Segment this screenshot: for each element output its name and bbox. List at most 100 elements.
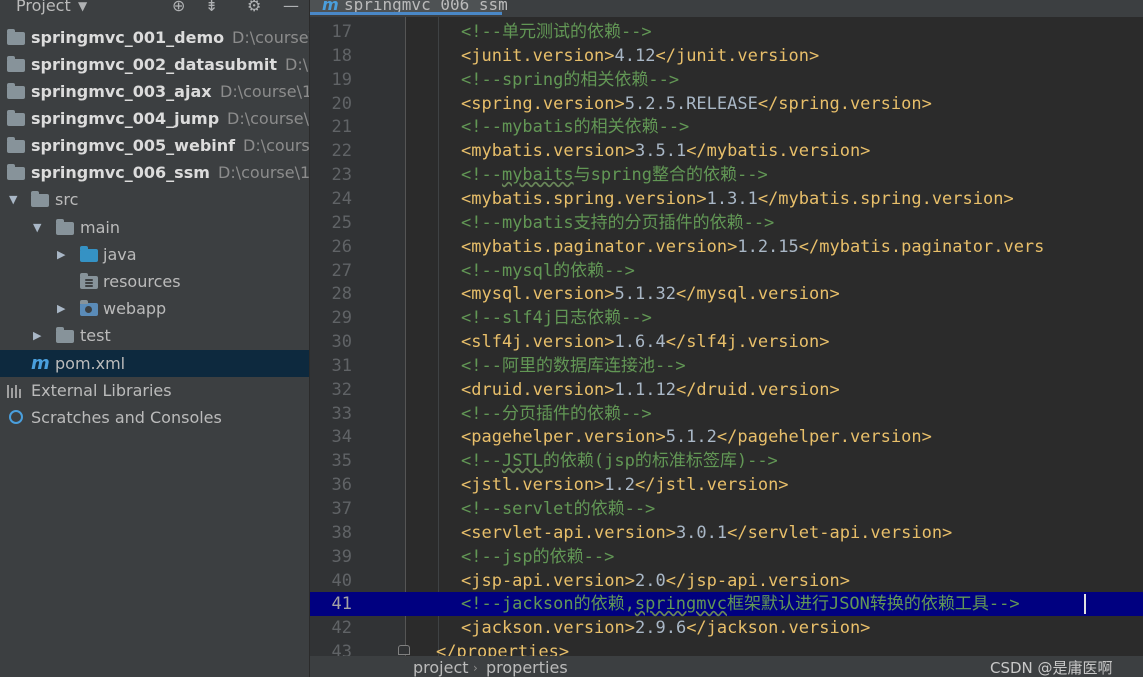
line-number: 19 <box>331 69 352 90</box>
code-line[interactable]: 24 <mybatis.spring.version>1.3.1</mybatis… <box>310 187 1143 211</box>
project-item[interactable]: springmvc_006_ssm D:\course\18.Sp <box>0 159 309 186</box>
code-line[interactable]: 19 <!--spring的相关依赖--> <box>310 68 1143 92</box>
xml-comment: <!--mybatis的相关依赖--> <box>461 117 690 138</box>
tree-item-src[interactable]: ▼ src <box>0 186 309 213</box>
code-text: <!--servlet的依赖--> <box>461 497 655 521</box>
code-line[interactable]: 32 <druid.version>1.1.12</druid.version> <box>310 378 1143 402</box>
tree-item-java[interactable]: ▶ java <box>0 241 309 268</box>
code-line[interactable]: 22 <mybatis.version>3.5.1</mybatis.versio… <box>310 139 1143 163</box>
code-text: <!--mybaits与spring整合的依赖--> <box>461 163 768 187</box>
xml-comment: <!--分页插件的依赖--> <box>461 403 652 424</box>
code-text: <!--mybatis支持的分页插件的依赖--> <box>461 211 774 235</box>
tree-item-label: webapp <box>103 299 167 318</box>
code-line[interactable]: 34 <pagehelper.version>5.1.2</pagehelper.… <box>310 425 1143 449</box>
tree-item-test[interactable]: ▶ test <box>0 322 309 349</box>
tree-item-external-libraries[interactable]: External Libraries <box>0 377 309 404</box>
code-line[interactable]: 41 <!--jackson的依赖,springmvc框架默认进行JSON转换的依… <box>310 592 1143 617</box>
code-line[interactable]: 25 <!--mybatis支持的分页插件的依赖--> <box>310 211 1143 235</box>
gear-icon[interactable]: ⚙ <box>247 0 261 15</box>
tree-item-label: main <box>80 218 120 237</box>
chevron-down-icon[interactable]: ▼ <box>78 0 87 13</box>
code-line[interactable]: 26 <mybatis.paginator.version>1.2.15</myb… <box>310 235 1143 259</box>
project-path: D:\course\18.Sp <box>218 163 309 182</box>
code-text: <!--mybatis的相关依赖--> <box>461 115 689 139</box>
project-item[interactable]: springmvc_005_webinf D:\course\18. <box>0 132 309 159</box>
line-number: 33 <box>331 403 352 424</box>
web-badge-icon <box>85 306 92 313</box>
code-text: <!--spring的相关依赖--> <box>461 68 679 92</box>
project-path: D:\course\18.S <box>227 109 309 128</box>
line-number: 27 <box>331 260 352 281</box>
code-line[interactable]: 42 <jackson.version>2.9.6</jackson.versio… <box>310 616 1143 640</box>
xml-tag: <servlet-api.version> <box>461 522 676 543</box>
line-number: 17 <box>331 22 352 42</box>
line-number: 36 <box>331 475 352 496</box>
tree-item-main[interactable]: ▼ main <box>0 214 309 241</box>
line-number: 21 <box>331 117 352 138</box>
code-line[interactable]: 23 <!--mybaits与spring整合的依赖--> <box>310 163 1143 187</box>
project-item[interactable]: springmvc_004_jump D:\course\18.S <box>0 105 309 132</box>
code-text: <druid.version>1.1.12</druid.version> <box>461 378 840 402</box>
module-folder-icon <box>7 56 25 72</box>
code-line[interactable]: 21 <!--mybatis的相关依赖--> <box>310 115 1143 139</box>
locate-icon[interactable]: ⊕ <box>172 0 185 15</box>
code-line[interactable]: 31 <!--阿里的数据库连接池--> <box>310 354 1143 378</box>
tree-item-scratches[interactable]: Scratches and Consoles <box>0 404 309 431</box>
code-text: <mysql.version>5.1.32</mysql.version> <box>461 282 840 306</box>
code-line[interactable]: 37 <!--servlet的依赖--> <box>310 497 1143 521</box>
code-line[interactable]: 20 <spring.version>5.2.5.RELEASE</spring.… <box>310 92 1143 116</box>
expand-arrow-icon[interactable]: ▼ <box>33 214 41 241</box>
code-line[interactable]: 36 <jstl.version>1.2</jstl.version> <box>310 473 1143 497</box>
line-number: 24 <box>331 188 352 209</box>
project-panel: Project ▼ ⊕ ⇟ ⚙ — springmvc_001_demo D:\c… <box>0 0 309 677</box>
module-folder-icon <box>7 110 25 126</box>
xml-tag: </junit.version> <box>655 45 820 66</box>
tree-item-label: test <box>80 326 111 345</box>
code-line[interactable]: 40 <jsp-api.version>2.0</jsp-api.version> <box>310 569 1143 593</box>
collapse-icon[interactable]: ⇟ <box>205 0 218 15</box>
collapse-arrow-icon[interactable]: ▶ <box>57 241 65 268</box>
project-item[interactable]: springmvc_002_datasubmit D:\cours <box>0 51 309 78</box>
fold-marker-icon[interactable] <box>398 645 410 655</box>
project-name: springmvc_002_datasubmit <box>31 55 278 74</box>
collapse-arrow-icon[interactable]: ▶ <box>33 322 41 349</box>
tree-item-label: java <box>103 245 137 264</box>
project-item[interactable]: springmvc_001_demo D:\course\18.S <box>0 24 309 51</box>
xml-tag: <junit.version> <box>461 45 615 66</box>
xml-comment: <!-- <box>461 451 502 472</box>
module-folder-icon <box>7 29 25 45</box>
code-line[interactable]: 17 <!--单元测试的依赖--> <box>310 20 1143 44</box>
tree-item-resources[interactable]: resources <box>0 268 309 295</box>
code-line[interactable]: 29 <!--slf4j日志依赖--> <box>310 306 1143 330</box>
xml-value: 2.0 <box>635 570 666 591</box>
xml-comment: springmvc <box>634 594 727 615</box>
collapse-arrow-icon[interactable]: ▶ <box>57 295 65 322</box>
tree-item-webapp[interactable]: ▶ webapp <box>0 295 309 322</box>
tab-pom-xml[interactable]: m springmvc_006_ssm <box>310 0 508 15</box>
code-line[interactable]: 18 <junit.version>4.12</junit.version> <box>310 44 1143 68</box>
project-name: springmvc_003_ajax <box>31 82 212 101</box>
expand-arrow-icon[interactable]: ▼ <box>9 186 17 213</box>
xml-comment: <!--阿里的数据库连接池--> <box>461 355 686 376</box>
breadcrumb-project[interactable]: project <box>413 656 469 677</box>
code-line[interactable]: 39 <!--jsp的依赖--> <box>310 545 1143 569</box>
breadcrumb-properties[interactable]: properties <box>486 656 568 677</box>
xml-tag: <mybatis.paginator.version> <box>461 236 738 257</box>
code-text: <spring.version>5.2.5.RELEASE</spring.ve… <box>461 92 932 116</box>
maven-icon: m <box>31 353 50 374</box>
project-item[interactable]: springmvc_003_ajax D:\course\18.Sp <box>0 78 309 105</box>
code-line[interactable]: 28 <mysql.version>5.1.32</mysql.version> <box>310 282 1143 306</box>
code-line[interactable]: 35 <!--JSTL的依赖(jsp的标准标签库)--> <box>310 449 1143 473</box>
project-title[interactable]: Project <box>16 0 71 15</box>
code-line[interactable]: 27 <!--mysql的依赖--> <box>310 259 1143 283</box>
code-line[interactable]: 30 <slf4j.version>1.6.4</slf4j.version> <box>310 330 1143 354</box>
xml-tag: </jstl.version> <box>635 475 789 496</box>
minimize-icon[interactable]: — <box>283 0 299 15</box>
tree-item-pom[interactable]: m pom.xml <box>0 350 309 377</box>
xml-value: 5.2.5.RELEASE <box>624 93 758 114</box>
code-line[interactable]: 33 <!--分页插件的依赖--> <box>310 402 1143 426</box>
xml-comment: JSTL <box>501 451 543 472</box>
xml-tag: </slf4j.version> <box>665 332 830 353</box>
code-line[interactable]: 38 <servlet-api.version>3.0.1</servlet-ap… <box>310 521 1143 545</box>
xml-tag: </pagehelper.version> <box>716 427 932 448</box>
